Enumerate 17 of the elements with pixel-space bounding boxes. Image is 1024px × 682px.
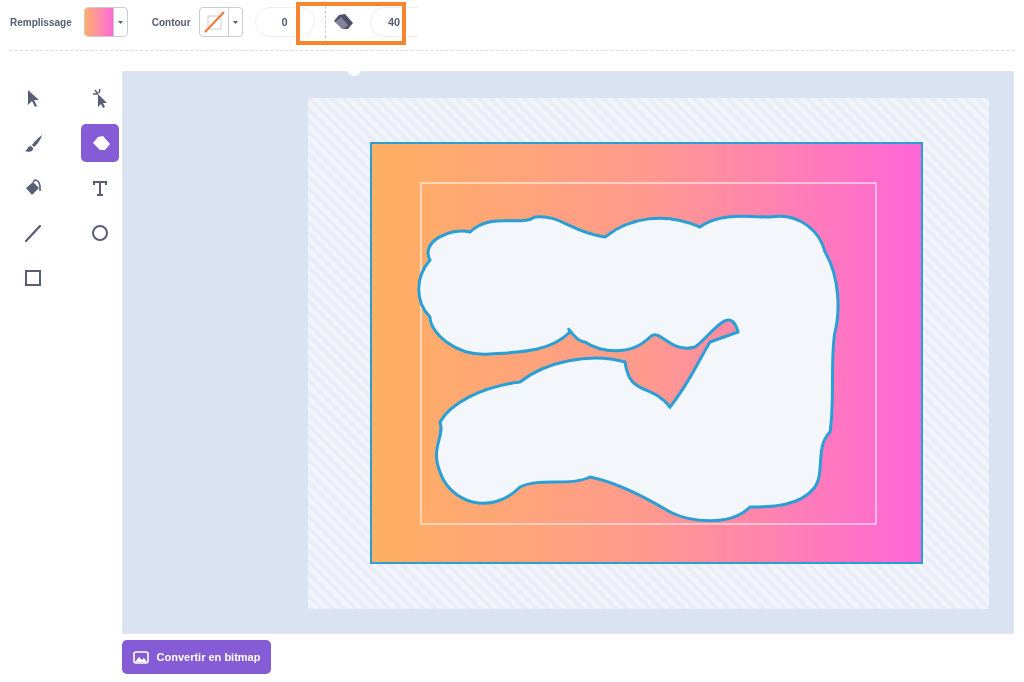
tool-button[interactable] (81, 124, 119, 162)
reshape-pointer-icon (90, 88, 110, 108)
convert-bitmap-button[interactable]: Convertir en bitmap (122, 640, 271, 674)
outline-color-picker[interactable] (198, 7, 243, 37)
image-icon (132, 650, 149, 664)
eraser-icon (331, 13, 354, 31)
brush-icon (23, 133, 43, 153)
fill-label: Remplissage (10, 15, 72, 30)
line-icon (23, 223, 43, 243)
paint-bucket-icon (23, 178, 43, 198)
fill-color-picker[interactable] (83, 7, 128, 37)
gradient-swatch-icon (84, 8, 113, 36)
rectangle-icon (23, 268, 43, 288)
outline-label: Contour (151, 15, 191, 30)
circle-icon (90, 223, 110, 243)
eraser-icon (90, 133, 110, 153)
text-icon (90, 178, 110, 198)
